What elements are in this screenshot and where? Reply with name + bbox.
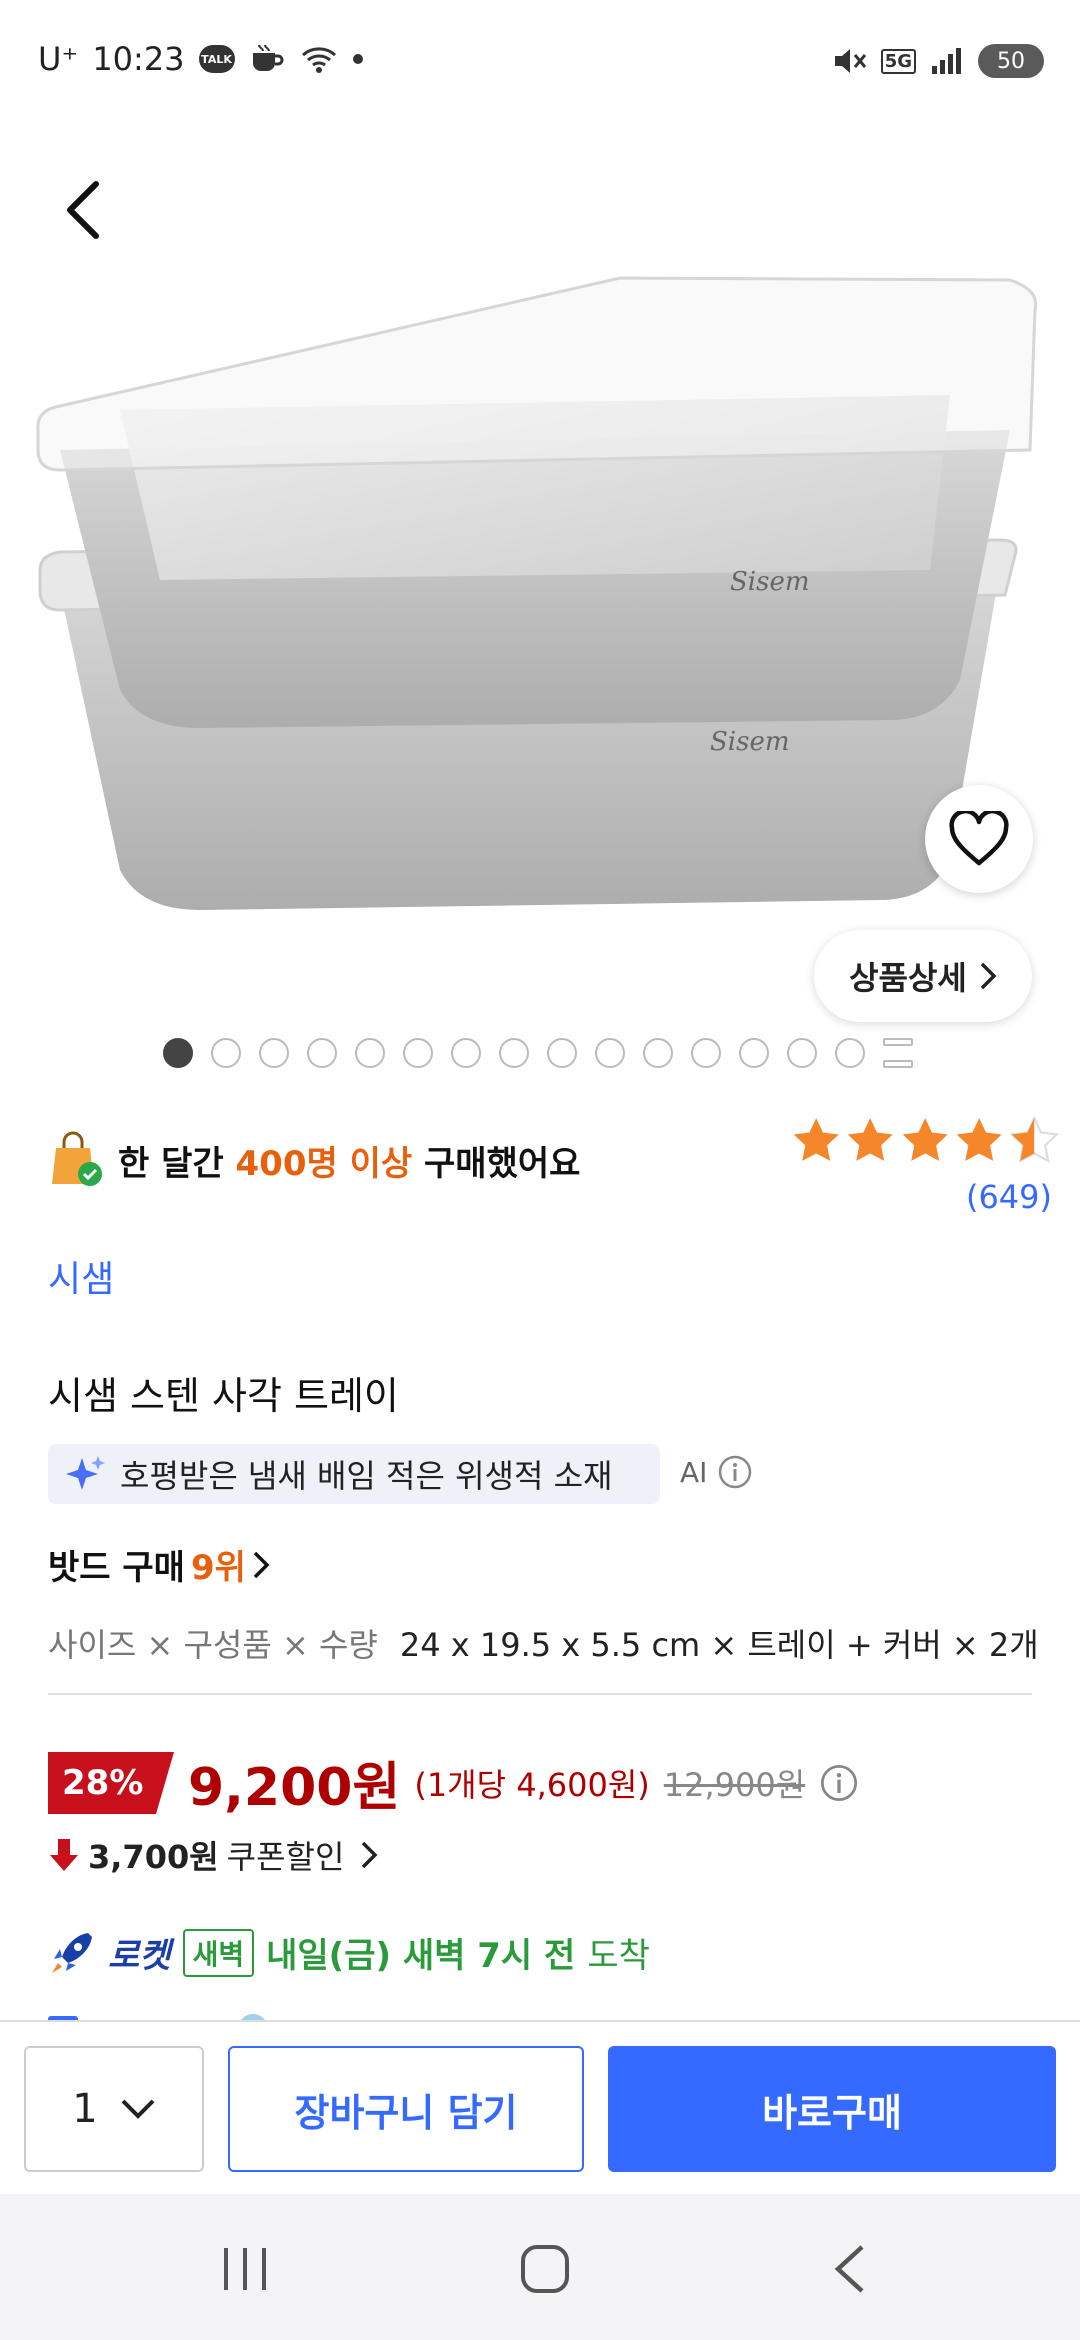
dawn-badge: 새벽 [182,1928,255,1977]
pagination-dot[interactable] [163,1038,193,1068]
gallery-grid-icon[interactable] [883,1038,913,1068]
brand-link[interactable]: 시샘 [48,1250,114,1302]
info-icon[interactable] [819,1763,859,1803]
pagination-dot[interactable] [355,1038,385,1068]
shopping-bag-icon [52,1131,102,1186]
home-button[interactable] [505,2234,585,2304]
ai-summary-text: 호평받은 냄새 배임 적은 위생적 소재 [120,1457,613,1495]
coupon-discount[interactable]: 3,700원 쿠폰할인 [48,1832,378,1878]
logo-mark-top: Sisem [730,567,810,597]
product-image[interactable]: Sisem Sisem [0,250,1080,990]
star-icon [902,1118,948,1161]
coupon-label: 쿠폰할인 [226,1838,345,1876]
pagination-dot[interactable] [739,1038,769,1068]
system-back-button[interactable] [810,2234,890,2304]
pagination-dot[interactable] [595,1038,625,1068]
pagination-dot[interactable] [211,1038,241,1068]
status-bar: U⁺ 10:23 TALK 5G 50 [0,0,1080,130]
star-icon [793,1118,839,1161]
purchase-count-suffix: 구매했어요 [412,1143,581,1184]
image-pagination [163,1038,913,1068]
divider [48,1693,1032,1695]
pagination-dot[interactable] [547,1038,577,1068]
chevron-left-icon [67,181,99,239]
unit-price: (1개당 4,600원) [414,1765,650,1804]
product-detail-button[interactable]: 상품상세 [814,930,1032,1022]
mute-icon [834,49,866,73]
pagination-dot[interactable] [787,1038,817,1068]
pagination-dot[interactable] [691,1038,721,1068]
network-badge: 5G [880,48,916,74]
purchase-count: 한 달간 400명 이상 구매했어요 [48,1130,580,1190]
delivery-info: 로켓 새벽 내일(금) 새벽 7시 전 도착 [48,1928,650,1977]
rocket-icon [52,1932,92,1973]
option-label: 사이즈 × 구성품 × 수량 [48,1626,378,1664]
chevron-down-icon [121,2099,155,2119]
star-icon [956,1118,1002,1161]
rocket-label: 로켓 [108,1936,171,1976]
pagination-dot[interactable] [835,1038,865,1068]
rating[interactable] [790,1115,1060,1167]
discount-badge: 28% [48,1751,174,1814]
arrival-time: 내일(금) 새벽 7시 전 [266,1936,576,1976]
sparkle-icon [66,1456,105,1490]
buy-now-button[interactable]: 바로구매 [608,2046,1056,2172]
option-value: 24 x 19.5 x 5.5 cm × 트레이 + 커버 × 2개 [399,1626,1039,1664]
category-rank[interactable]: 밧드 구매 9위 [48,1540,270,1589]
pagination-dot[interactable] [643,1038,673,1068]
star-rating [790,1115,1060,1167]
pagination-dot[interactable] [403,1038,433,1068]
rank-prefix: 밧드 구매 [48,1548,185,1588]
back-button[interactable] [52,170,112,250]
chevron-right-icon [980,962,997,990]
product-detail-label: 상품상세 [849,959,967,997]
kakaotalk-icon: TALK [198,45,235,73]
original-price: 12,900원 [663,1765,806,1804]
heart-icon [949,811,1009,866]
chevron-right-icon [362,1841,378,1869]
quantity-value: 1 [72,2086,98,2132]
pagination-dot[interactable] [259,1038,289,1068]
clock: 10:23 [92,40,185,78]
info-icon [719,1455,752,1489]
coffee-icon [252,44,284,71]
recent-apps-icon [224,2248,266,2290]
review-count[interactable]: (649) [966,1178,1052,1216]
home-icon [521,2245,569,2293]
arrow-down-icon [50,1839,78,1871]
quantity-select[interactable]: 1 [24,2046,204,2172]
pagination-dot[interactable] [499,1038,529,1068]
pagination-dot[interactable] [307,1038,337,1068]
star-icon [848,1118,894,1161]
discount-rate: 28% [62,1762,144,1803]
coupon-amount: 3,700원 [88,1838,219,1876]
option-selector[interactable]: 사이즈 × 구성품 × 수량 24 x 19.5 x 5.5 cm × 트레이 … [48,1620,1039,1666]
notification-dot-icon [352,54,363,64]
pagination-dot[interactable] [451,1038,481,1068]
ai-info[interactable]: AI [680,1454,753,1490]
ai-label: AI [680,1455,708,1489]
carrier-label: U⁺ [38,40,79,78]
battery-indicator: 50 [978,44,1044,78]
half-star-icon [1008,1115,1059,1163]
recent-apps-button[interactable] [205,2234,285,2304]
price-row: 28% 9,200원 (1개당 4,600원) 12,900원 [48,1745,859,1820]
add-to-cart-button[interactable]: 장바구니 담기 [228,2046,584,2172]
rank-value: 9위 [190,1548,246,1588]
sale-price: 9,200원 [188,1758,401,1818]
logo-mark-bottom: Sisem [710,727,790,757]
wifi-icon [301,47,336,73]
back-arrow-icon [834,2245,864,2293]
product-title: 시샘 스텐 사각 트레이 [48,1374,399,1418]
bottom-action-bar: 1 장바구니 담기 바로구매 [0,2020,1080,2194]
wishlist-button[interactable] [925,785,1033,893]
signal-icon [932,48,961,74]
chevron-right-icon [253,1551,270,1578]
purchase-count-prefix: 한 달간 [118,1143,236,1184]
ai-review-summary[interactable]: 호평받은 냄새 배임 적은 위생적 소재 [48,1444,660,1504]
purchase-count-highlight: 400명 이상 [235,1143,413,1184]
system-nav-bar [0,2194,1080,2340]
tray-illustration: Sisem Sisem [36,276,1038,910]
arrival-suffix: 도착 [587,1936,650,1976]
